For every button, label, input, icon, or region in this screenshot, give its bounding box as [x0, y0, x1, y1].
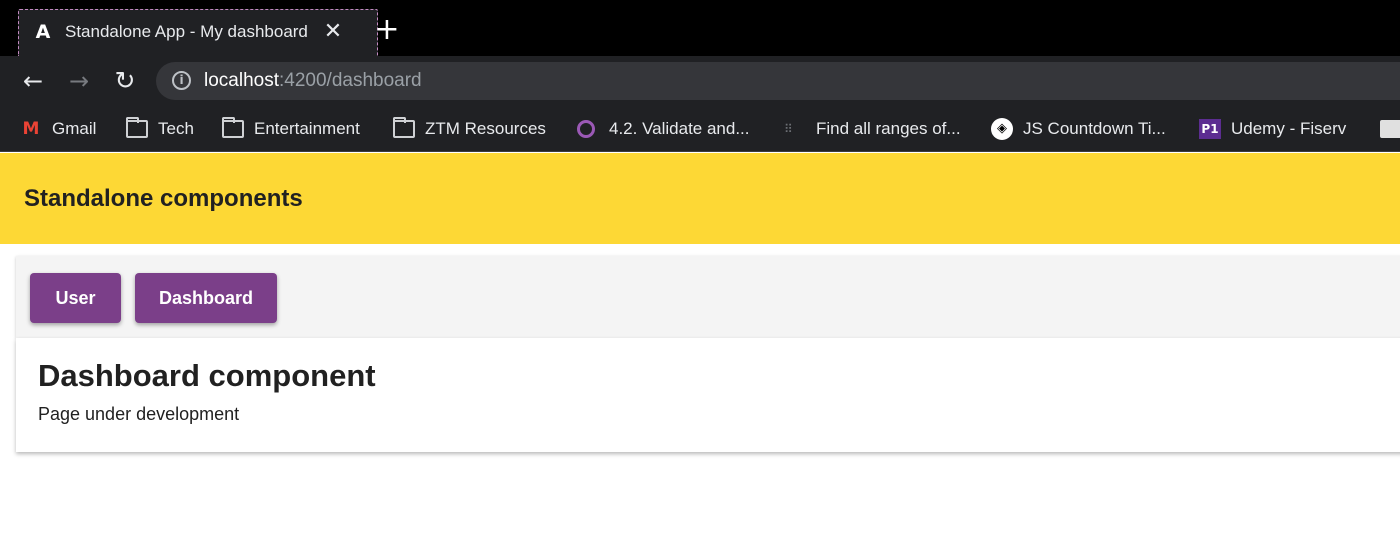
reload-icon[interactable]: ↻ [110, 66, 140, 96]
url-text: localhost:4200/dashboard [204, 69, 422, 93]
codepen-icon: ◈ [991, 118, 1013, 140]
bookmark-gmail[interactable]: M Gmail [20, 116, 97, 142]
browser-toolbar: ← → ↻ i localhost:4200/dashboard [0, 56, 1400, 106]
url-path: :4200/dashboard [279, 70, 422, 91]
page-title: Standalone components [24, 185, 303, 212]
p1-icon: P1 [1199, 119, 1221, 139]
bookmark-tech[interactable]: Tech [126, 116, 194, 142]
close-tab-icon[interactable]: ✕ [321, 19, 345, 45]
bookmark-label: Udemy - Fiserv [1231, 119, 1347, 138]
bookmark-label: Entertainment [254, 119, 360, 138]
bookmark-find-ranges[interactable]: ⠿ Find all ranges of... [784, 116, 961, 142]
folder-icon [126, 117, 148, 138]
app-header: Standalone components [0, 153, 1400, 244]
bookmark-ztm-resources[interactable]: ZTM Resources [393, 116, 546, 142]
bookmark-label: Gmail [52, 119, 97, 138]
chart-icon[interactable] [1380, 120, 1400, 138]
bookmark-label: 4.2. Validate and... [609, 119, 750, 138]
bookmark-udemy[interactable]: P1 Udemy - Fiserv [1199, 116, 1346, 142]
bookmark-label: Find all ranges of... [816, 119, 961, 138]
bookmark-js-countdown[interactable]: ◈ JS Countdown Ti... [991, 116, 1166, 142]
bookmarks-bar: M Gmail Tech Entertainment ZTM Resources… [0, 106, 1400, 152]
address-bar[interactable]: i localhost:4200/dashboard [156, 62, 1400, 100]
folder-icon [222, 117, 244, 138]
dashboard-card: Dashboard component Page under developme… [16, 338, 1400, 452]
card-text: Page under development [38, 404, 240, 424]
angular-logo-icon: A [35, 21, 51, 43]
app-nav-bar: User Dashboard [16, 256, 1400, 338]
site-info-icon[interactable]: i [172, 71, 191, 90]
ring-icon [577, 120, 595, 138]
folder-icon [393, 117, 415, 138]
gmail-icon: M [22, 119, 40, 139]
forward-arrow-icon[interactable]: → [64, 66, 94, 96]
user-button[interactable]: User [30, 273, 121, 323]
bookmark-validate[interactable]: 4.2. Validate and... [577, 116, 750, 142]
browser-tab-strip: A Standalone App - My dashboard ✕ + [0, 0, 1400, 56]
url-host: localhost [204, 70, 279, 91]
new-tab-icon[interactable]: + [374, 14, 400, 46]
bookmark-label: ZTM Resources [425, 119, 546, 138]
card-title: Dashboard component [38, 358, 376, 393]
browser-tab[interactable]: A Standalone App - My dashboard ✕ [18, 9, 378, 56]
dashboard-button[interactable]: Dashboard [135, 273, 277, 323]
bookmark-entertainment[interactable]: Entertainment [222, 116, 360, 142]
bookmark-label: JS Countdown Ti... [1023, 119, 1166, 138]
bookmark-label: Tech [158, 119, 194, 138]
back-arrow-icon[interactable]: ← [18, 66, 48, 96]
tab-title: Standalone App - My dashboard [65, 22, 308, 41]
dots-icon: ⠿ [784, 122, 793, 136]
